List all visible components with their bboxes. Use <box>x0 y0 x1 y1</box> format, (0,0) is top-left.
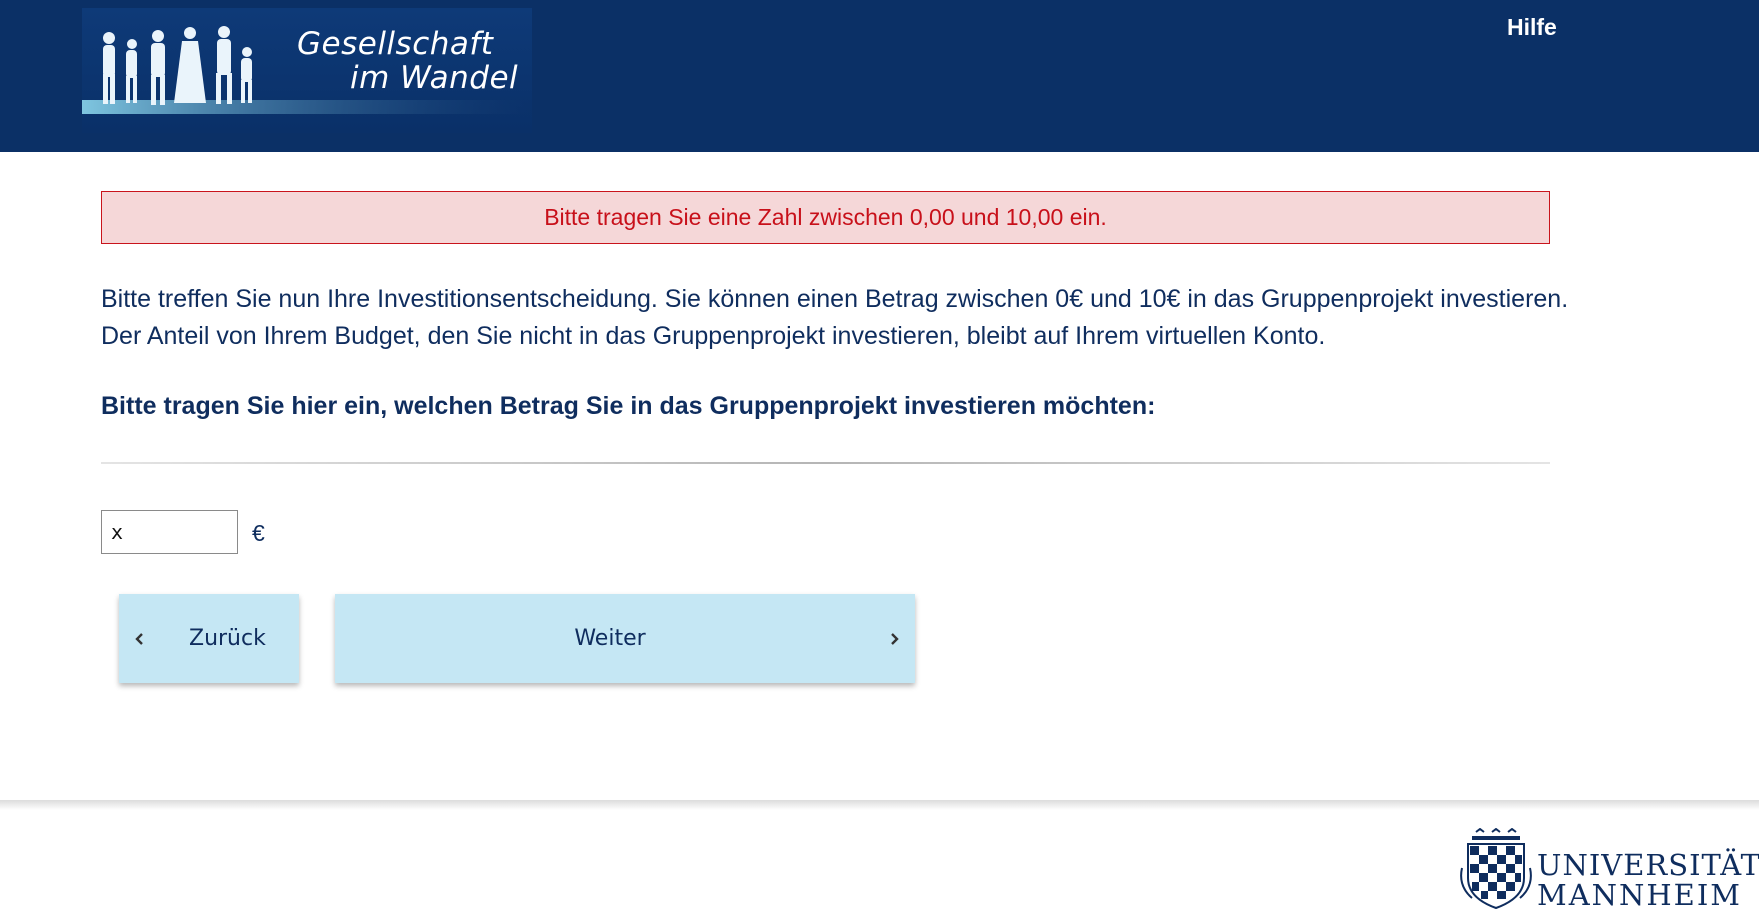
back-button-label: Zurück <box>189 626 266 651</box>
gesellschaft-im-wandel-logo: Gesellschaft im Wandel <box>82 8 532 133</box>
university-name-line1: UNIVERSITÄT <box>1537 848 1759 882</box>
university-name-line2: MANNHEIM <box>1537 878 1742 912</box>
validation-error-alert: Bitte tragen Sie eine Zahl zwischen 0,00… <box>101 191 1550 244</box>
logo-title-line2: im Wandel <box>350 60 519 96</box>
currency-label: € <box>252 520 265 546</box>
instructions-text: Bitte treffen Sie nun Ihre Investitionse… <box>101 285 1569 350</box>
back-button[interactable]: Zurück <box>119 594 299 683</box>
investment-amount-input[interactable] <box>101 510 238 554</box>
logo-title-line1: Gesellschaft <box>297 26 494 62</box>
page-header: Gesellschaft im Wandel Hilfe <box>0 0 1759 152</box>
universitaet-mannheim-logo: UNIVERSITÄT MANNHEIM <box>1458 828 1759 912</box>
chevron-left-icon <box>135 633 143 645</box>
next-button[interactable]: Weiter <box>335 594 915 683</box>
footer-separator <box>0 800 1759 810</box>
help-link[interactable]: Hilfe <box>1507 14 1557 41</box>
next-button-label: Weiter <box>574 626 646 651</box>
investment-question: Bitte tragen Sie hier ein, welchen Betra… <box>101 392 1156 420</box>
divider <box>101 462 1550 464</box>
university-crest-icon <box>1460 828 1532 910</box>
chevron-right-icon <box>891 633 899 645</box>
